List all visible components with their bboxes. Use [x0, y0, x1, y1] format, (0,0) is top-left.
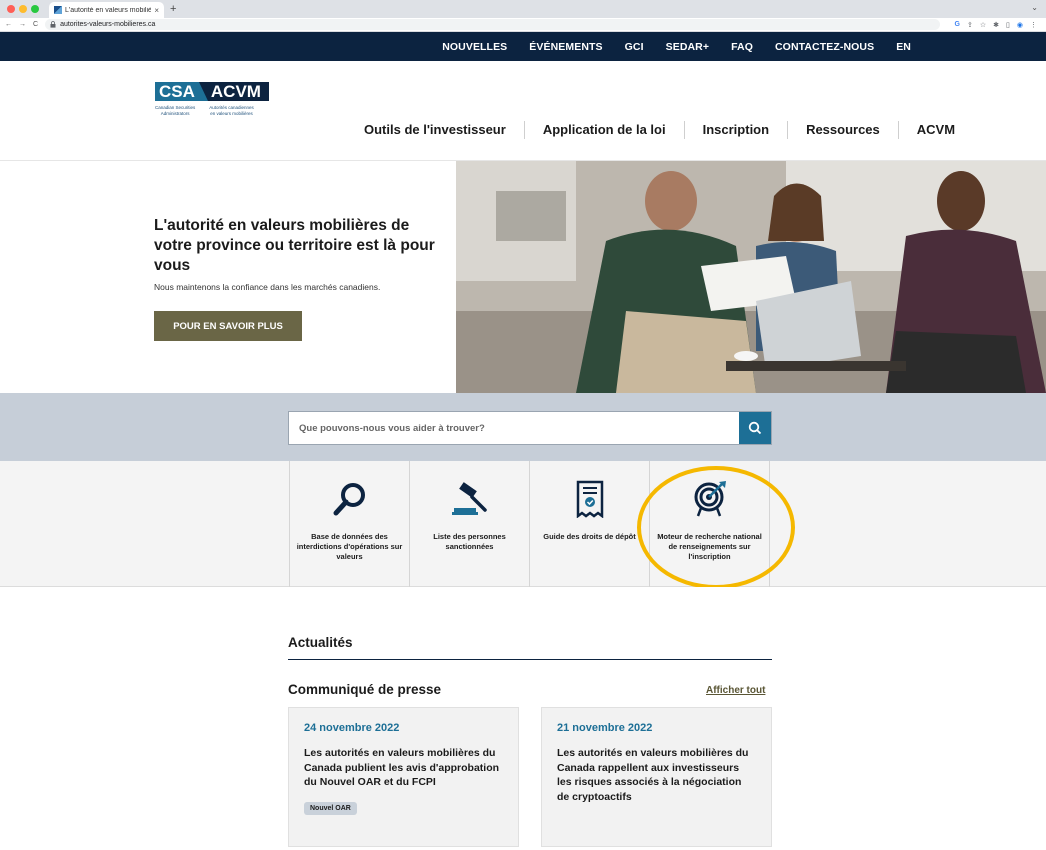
tools-list: Base de données des interdictions d'opér…	[289, 461, 770, 587]
tool-filing-fees-guide[interactable]: Guide des droits de dépôt	[529, 461, 649, 587]
tool-cease-trade-database[interactable]: Base de données des interdictions d'opér…	[289, 461, 409, 587]
profile-icon[interactable]: ◉	[1017, 21, 1023, 29]
target-icon	[690, 479, 730, 519]
logo-fr-line1: Autorités canadiennes	[209, 105, 254, 110]
nav-nouvelles[interactable]: NOUVELLES	[442, 41, 507, 53]
receipt-icon	[570, 479, 610, 519]
tool-label: Liste des personnes sanctionnées	[433, 532, 506, 551]
extensions-icon[interactable]: ✱	[993, 21, 999, 29]
nav-contact[interactable]: CONTACTEZ-NOUS	[775, 41, 874, 53]
logo-mark: CSA ACVM	[155, 82, 269, 101]
tool-label: Guide des droits de dépôt	[543, 532, 636, 541]
logo-acvm-text: ACVM	[207, 82, 269, 101]
hero-section: L'autorité en valeurs mobilières de votr…	[0, 161, 1046, 393]
search-icon	[748, 421, 762, 435]
news-card-tag[interactable]: Nouvel OAR	[304, 801, 357, 815]
tab-title: L'autorité en valeurs mobilières	[65, 6, 152, 14]
nav-gci[interactable]: GCI	[625, 41, 644, 53]
close-window-button[interactable]	[7, 5, 15, 13]
nav-faq[interactable]: FAQ	[731, 41, 753, 53]
browser-tabbar: L'autorité en valeurs mobilières × + ⌄	[0, 0, 1046, 18]
minimize-window-button[interactable]	[19, 5, 27, 13]
nav-acvm[interactable]: ACVM	[897, 121, 955, 139]
news-heading: Actualités	[288, 635, 353, 650]
browser-toolbar: ← → C autorites-valeurs-mobilieres.ca G …	[0, 18, 1046, 32]
news-card[interactable]: 21 novembre 2022 Les autorités en valeur…	[541, 707, 772, 847]
new-tab-button[interactable]: +	[170, 3, 176, 15]
gavel-icon	[450, 479, 490, 519]
window-controls	[7, 5, 39, 13]
sidebar-icon[interactable]: ▯	[1006, 21, 1010, 29]
nav-application-loi[interactable]: Application de la loi	[523, 121, 684, 139]
tool-label: Base de données des interdictions d'opér…	[296, 532, 403, 561]
hero-content: L'autorité en valeurs mobilières de votr…	[0, 161, 456, 393]
tools-band: Base de données des interdictions d'opér…	[0, 461, 1046, 589]
hero-text: Nous maintenons la confiance dans les ma…	[154, 282, 381, 292]
logo-en-line2: Administrators	[160, 110, 190, 116]
search-box	[288, 411, 772, 445]
tab-close-icon[interactable]: ×	[154, 6, 159, 15]
url-text: autorites-valeurs-mobilieres.ca	[60, 21, 156, 28]
more-menu-icon[interactable]: ⋮	[1030, 21, 1037, 29]
news-card-title: Les autorités en valeurs mobilières du C…	[557, 747, 749, 803]
logo-csa-text: CSA	[155, 82, 199, 101]
google-icon[interactable]: G	[955, 21, 960, 29]
back-icon[interactable]: ←	[5, 21, 12, 28]
nav-ressources[interactable]: Ressources	[787, 121, 898, 139]
maximize-window-button[interactable]	[31, 5, 39, 13]
logo-french: Autorités canadiennes en valeurs mobiliè…	[209, 105, 254, 116]
logo-english: Canadian Securities Administrators	[155, 105, 195, 116]
news-card-date: 21 novembre 2022	[557, 722, 653, 734]
magnifier-icon	[330, 479, 370, 519]
press-release-heading: Communiqué de presse	[288, 682, 442, 697]
news-card-title: Les autorités en valeurs mobilières du C…	[304, 747, 500, 788]
reload-icon[interactable]: C	[33, 21, 38, 28]
address-bar[interactable]: autorites-valeurs-mobilieres.ca	[45, 19, 940, 30]
forward-icon[interactable]: →	[19, 21, 26, 28]
browser-window: L'autorité en valeurs mobilières × + ⌄ ←…	[0, 0, 1046, 850]
extension-icons: G ⇪ ☆ ✱ ▯ ◉ ⋮	[955, 21, 1041, 29]
news-section: Actualités Communiqué de presse Afficher…	[0, 587, 1046, 847]
logo-fr-line2: en valeurs mobilières	[210, 110, 253, 116]
search-band	[0, 393, 1046, 461]
site-header: CSA ACVM Canadian Securities Administrat…	[0, 61, 1046, 161]
logo-en-line1: Canadian Securities	[155, 105, 196, 110]
hero-photo-illustration	[456, 161, 1046, 393]
bookmark-star-icon[interactable]: ☆	[980, 21, 986, 29]
nav-outils-investisseur[interactable]: Outils de l'investisseur	[364, 121, 524, 139]
search-input[interactable]	[289, 422, 739, 434]
main-nav: Outils de l'investisseur Application de …	[364, 121, 955, 139]
tab-menu-icon[interactable]: ⌄	[1031, 3, 1038, 12]
logo-subtitle: Canadian Securities Administrators Autor…	[155, 105, 269, 116]
news-card[interactable]: 24 novembre 2022 Les autorités en valeur…	[288, 707, 519, 847]
csa-acvm-logo[interactable]: CSA ACVM Canadian Securities Administrat…	[155, 82, 269, 116]
hero-photo	[456, 161, 1046, 393]
utility-nav: NOUVELLES ÉVÉNEMENTS GCI SEDAR+ FAQ CONT…	[0, 32, 1046, 61]
tool-label: Moteur de recherche national de renseign…	[657, 532, 762, 561]
nav-inscription[interactable]: Inscription	[683, 121, 787, 139]
tool-registration-search[interactable]: Moteur de recherche national de renseign…	[649, 461, 770, 587]
lock-icon	[50, 21, 56, 28]
favicon-icon	[54, 6, 62, 14]
news-card-date: 24 novembre 2022	[304, 722, 400, 734]
logo-slash	[198, 82, 208, 101]
nav-sedar[interactable]: SEDAR+	[666, 41, 710, 53]
nav-evenements[interactable]: ÉVÉNEMENTS	[529, 41, 602, 53]
hero-title: L'autorité en valeurs mobilières de votr…	[154, 217, 435, 274]
share-icon[interactable]: ⇪	[967, 21, 973, 29]
language-toggle[interactable]: EN	[896, 41, 911, 53]
learn-more-button[interactable]: POUR EN SAVOIR PLUS	[154, 311, 302, 341]
news-divider	[288, 659, 772, 660]
view-all-link[interactable]: Afficher tout	[706, 685, 765, 696]
search-button[interactable]	[739, 412, 771, 444]
tool-sanctioned-persons[interactable]: Liste des personnes sanctionnées	[409, 461, 529, 587]
browser-tab[interactable]: L'autorité en valeurs mobilières ×	[49, 2, 164, 18]
